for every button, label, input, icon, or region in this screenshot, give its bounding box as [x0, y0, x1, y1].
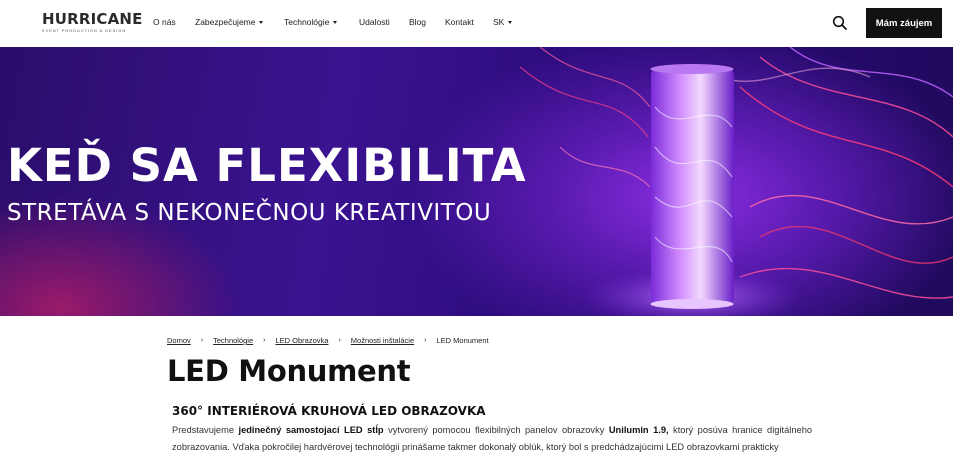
caret-down-icon	[333, 21, 338, 24]
nav-item-blog[interactable]: Blog	[409, 17, 426, 27]
hero-subtitle: STRETÁVA S NEKONEČNOU KREATIVITOU	[7, 200, 492, 226]
chevron-right-icon: ›	[338, 337, 341, 344]
breadcrumb-domov[interactable]: Domov	[167, 336, 191, 345]
chevron-right-icon: ›	[200, 337, 204, 344]
nav-item-kontakt[interactable]: Kontakt	[445, 17, 474, 27]
breadcrumb: Domov › Technológie › LED Obrazovka › Mo…	[167, 336, 489, 345]
nav-label: Blog	[409, 17, 427, 27]
breadcrumb-current: LED Monument	[436, 336, 489, 345]
caret-down-icon	[508, 21, 513, 24]
language-selector[interactable]: SK	[493, 17, 513, 27]
caret-down-icon	[259, 21, 264, 24]
chevron-right-icon: ›	[263, 337, 266, 344]
paragraph-text: Predstavujeme	[172, 425, 239, 435]
breadcrumb-technologie[interactable]: Technológie	[213, 336, 253, 345]
interest-button[interactable]: Mám záujem	[866, 8, 942, 38]
paragraph-bold: jedinečný samostojací LED stĺp	[238, 425, 384, 435]
nav-label: Technológie	[284, 17, 330, 27]
nav-label: Udalosti	[359, 17, 390, 27]
nav-label: O nás	[153, 17, 176, 27]
breadcrumb-led-obrazovka[interactable]: LED Obrazovka	[275, 336, 328, 345]
site-header: HURRICANE EVENT PRODUCTION & DESIGN ® O …	[0, 0, 953, 47]
nav-label: Zabezpečujeme	[195, 17, 256, 27]
page-title: LED Monument	[167, 354, 411, 388]
logo-tagline: EVENT PRODUCTION & DESIGN	[42, 28, 126, 33]
nav-item-zabezpecujeme[interactable]: Zabezpečujeme	[195, 17, 264, 27]
logo[interactable]: HURRICANE EVENT PRODUCTION & DESIGN ®	[42, 10, 143, 34]
paragraph-bold: Unilumin 1.9,	[608, 425, 669, 435]
nav-item-technologie[interactable]: Technológie	[284, 17, 338, 27]
nav-label: SK	[493, 17, 505, 27]
hero-banner: KEĎ SA FLEXIBILITA STRETÁVA S NEKONEČNOU…	[0, 47, 953, 316]
registered-mark: ®	[127, 12, 131, 18]
search-icon[interactable]	[832, 15, 848, 31]
breadcrumb-moznosti-instalacie[interactable]: Možnosti inštalácie	[351, 336, 414, 345]
nav-item-udalosti[interactable]: Udalosti	[359, 17, 390, 27]
nav-item-o-nas[interactable]: O nás	[153, 17, 176, 27]
logo-name: HURRICANE	[42, 10, 143, 28]
section-title: 360° INTERIÉROVÁ KRUHOVÁ LED OBRAZOVKA	[172, 404, 486, 418]
paragraph-text: vytvorený pomocou flexibilných panelov o…	[383, 425, 609, 435]
hero-title: KEĎ SA FLEXIBILITA	[7, 139, 527, 192]
nav-label: Kontakt	[445, 17, 474, 27]
intro-paragraph: Predstavujeme jedinečný samostojací LED …	[172, 422, 812, 456]
chevron-right-icon: ›	[424, 337, 427, 344]
